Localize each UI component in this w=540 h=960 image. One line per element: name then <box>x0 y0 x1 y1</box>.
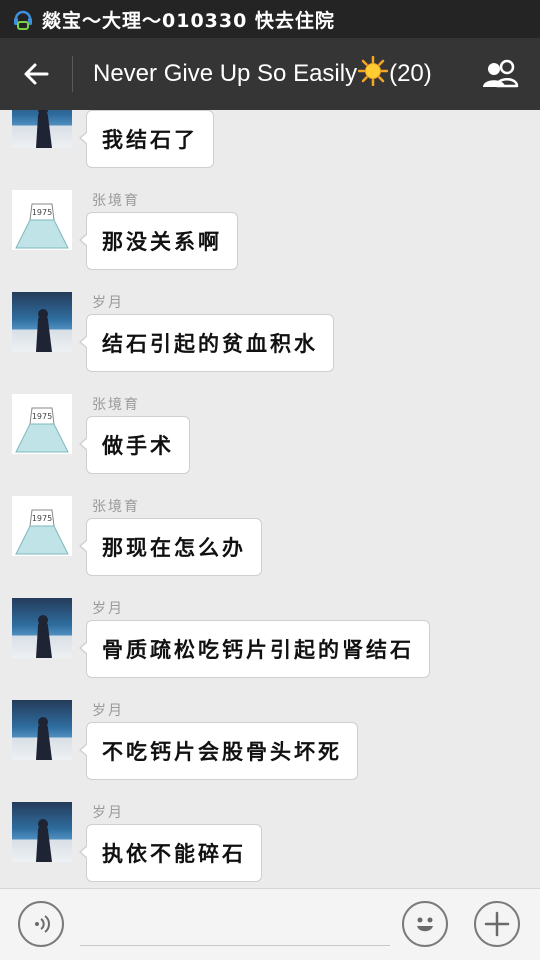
avatar[interactable] <box>12 700 72 760</box>
message-bubble[interactable]: 骨质疏松吃钙片引起的肾结石 <box>79 620 430 678</box>
group-members-icon <box>483 59 519 88</box>
sender-name: 岁月 <box>92 703 124 719</box>
message-bubble[interactable]: 不吃钙片会股骨头坏死 <box>79 722 358 780</box>
message-row: 岁月 不吃钙片会股骨头坏死 <box>0 700 540 800</box>
sender-name: 张境育 <box>92 397 140 413</box>
avatar[interactable]: 1975 <box>12 394 72 454</box>
chat-title[interactable]: Never Give Up So Easily (20) <box>93 55 432 93</box>
message-row: 岁月 骨质疏松吃钙片引起的肾结石 <box>0 598 540 698</box>
group-members-button[interactable] <box>470 38 530 110</box>
emoji-button[interactable] <box>402 901 448 947</box>
back-button[interactable] <box>0 38 72 110</box>
avatar[interactable] <box>12 598 72 658</box>
avatar[interactable] <box>12 802 72 862</box>
message-bubble[interactable]: 做手术 <box>79 416 190 474</box>
message-row: 我结石了 <box>0 110 540 188</box>
message-bubble[interactable]: 那现在怎么办 <box>79 518 262 576</box>
message-row: 岁月 执依不能碎石 <box>0 802 540 888</box>
avatar-shirt-text: 1975 <box>32 412 52 421</box>
input-bar <box>0 888 540 960</box>
back-arrow-icon <box>24 63 49 85</box>
message-bubble[interactable]: 执依不能碎石 <box>79 824 262 882</box>
chat-header: Never Give Up So Easily (20) <box>0 38 540 110</box>
message-row: 1975 张境育 做手术 <box>0 394 540 494</box>
message-bubble[interactable]: 结石引起的贫血积水 <box>79 314 334 372</box>
avatar[interactable] <box>12 110 72 148</box>
sender-name: 岁月 <box>92 601 124 617</box>
message-row: 1975 张境育 那没关系啊 <box>0 190 540 290</box>
more-button[interactable] <box>474 901 520 947</box>
status-bar: 燚宝～大理～010330 快去住院 <box>0 0 540 38</box>
sender-name: 张境育 <box>92 499 140 515</box>
avatar[interactable] <box>12 292 72 352</box>
voice-mode-icon <box>35 915 50 933</box>
notification-chat-icon <box>12 7 34 31</box>
sender-name: 岁月 <box>92 805 124 821</box>
message-input[interactable] <box>80 945 390 946</box>
sun-emoji-icon <box>357 55 389 93</box>
message-row: 1975 张境育 那现在怎么办 <box>0 496 540 596</box>
avatar-shirt-text: 1975 <box>32 208 52 217</box>
avatar-shirt-text: 1975 <box>32 514 52 523</box>
avatar[interactable]: 1975 <box>12 496 72 556</box>
avatar[interactable]: 1975 <box>12 190 72 250</box>
plus-icon <box>484 911 510 937</box>
sender-name: 张境育 <box>92 193 140 209</box>
message-row: 岁月 结石引起的贫血积水 <box>0 292 540 392</box>
chat-member-count: (20) <box>389 60 432 87</box>
message-bubble[interactable]: 我结石了 <box>79 110 214 168</box>
message-bubble[interactable]: 那没关系啊 <box>79 212 238 270</box>
sender-name: 岁月 <box>92 295 124 311</box>
notification-text: 燚宝～大理～010330 快去住院 <box>42 9 335 32</box>
chat-message-list[interactable]: 我结石了 1975 张境育 那没关系啊 岁月 结石引起的贫血积水 1975 张境… <box>0 110 540 888</box>
emoji-smiley-icon <box>417 917 433 932</box>
header-divider <box>72 56 73 92</box>
voice-mode-button[interactable] <box>18 901 64 947</box>
chat-title-text: Never Give Up So Easily <box>93 60 358 87</box>
